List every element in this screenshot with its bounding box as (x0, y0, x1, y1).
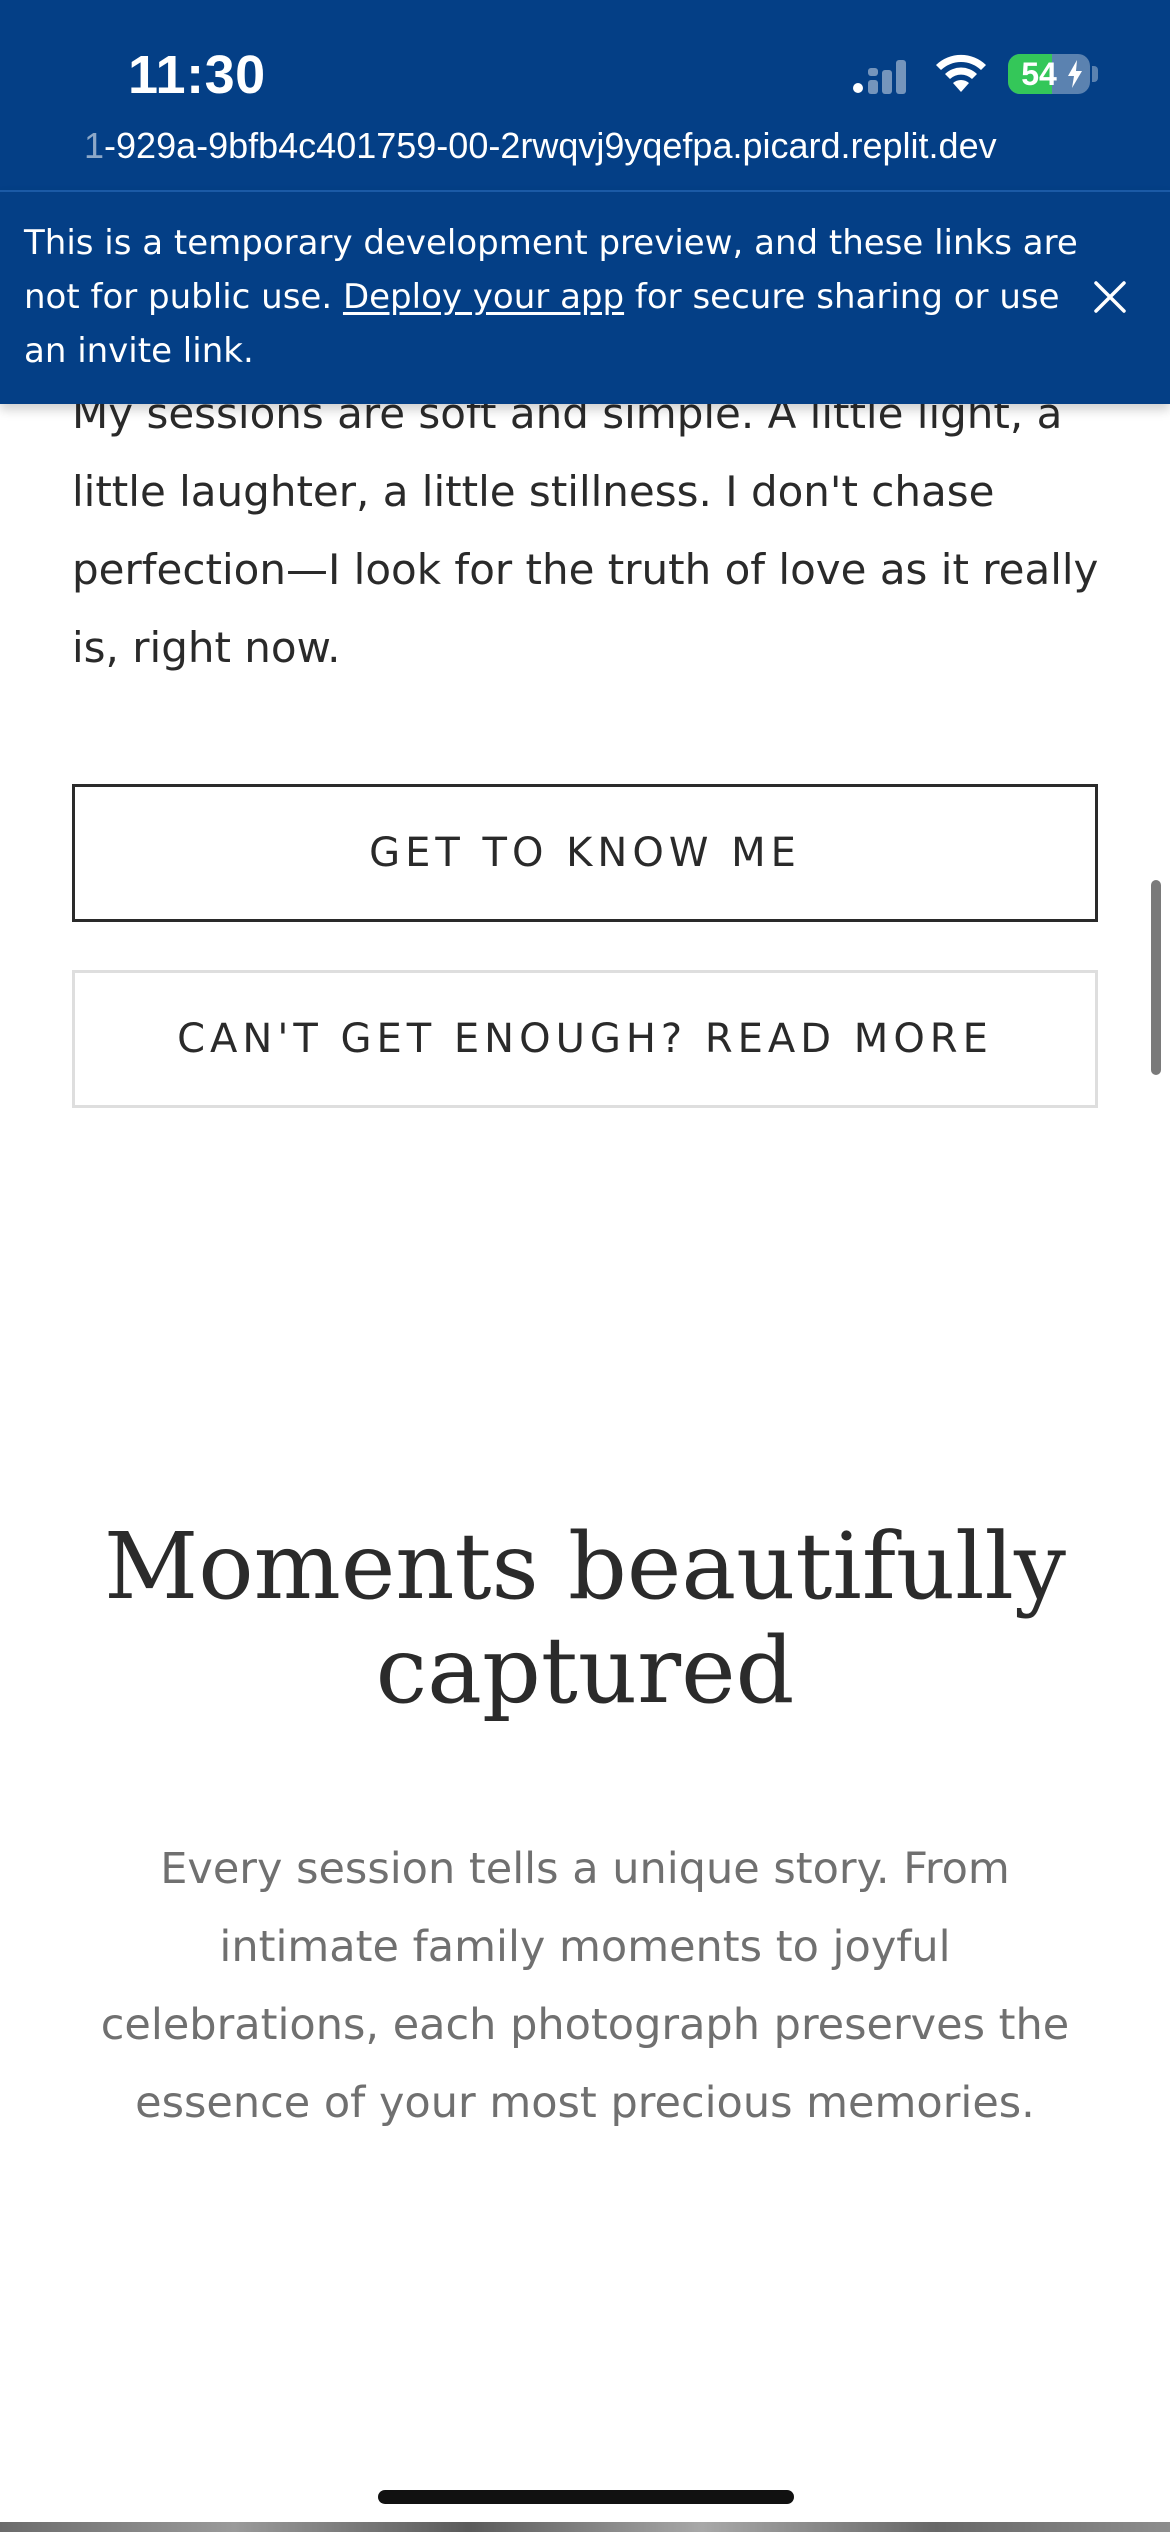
section-heading: Moments beautifully captured (104, 1513, 1066, 1724)
battery-indicator: 54 (1008, 54, 1090, 94)
home-indicator[interactable] (378, 2490, 794, 2504)
intro-paragraph: My sessions are soft and simple. A littl… (72, 389, 1099, 672)
close-icon[interactable] (1090, 277, 1130, 317)
status-time: 11:30 (128, 45, 266, 105)
get-to-know-me-button[interactable]: GET TO KNOW ME (72, 784, 1098, 922)
read-more-button[interactable]: CAN'T GET ENOUGH? READ MORE (72, 970, 1098, 1108)
section-description: Every session tells a unique story. From… (100, 1844, 1070, 2128)
deploy-app-link[interactable]: Deploy your app (343, 277, 624, 317)
scrollbar[interactable] (1151, 880, 1161, 1075)
url-prefix: 1 (84, 125, 105, 166)
banner-message: This is a temporary development preview,… (24, 216, 1084, 378)
battery-level: 54 (1021, 55, 1057, 92)
url-text: -929a-9bfb4c401759-00-2rwqvj9yqefpa.pica… (104, 125, 997, 166)
next-section-image-edge (0, 2522, 1170, 2532)
preview-banner: This is a temporary development preview,… (0, 190, 1170, 404)
url-bar[interactable]: 1-929a-9bfb4c401759-00-2rwqvj9yqefpa.pic… (84, 122, 997, 170)
battery-tip (1092, 66, 1098, 82)
cellular-signal-icon (853, 60, 906, 94)
top-header: 11:30 54 1-929a-9bfb4c401759-00-2rwqvj9y… (0, 0, 1170, 190)
wifi-icon (936, 54, 986, 92)
charging-bolt-icon (1068, 60, 1082, 88)
